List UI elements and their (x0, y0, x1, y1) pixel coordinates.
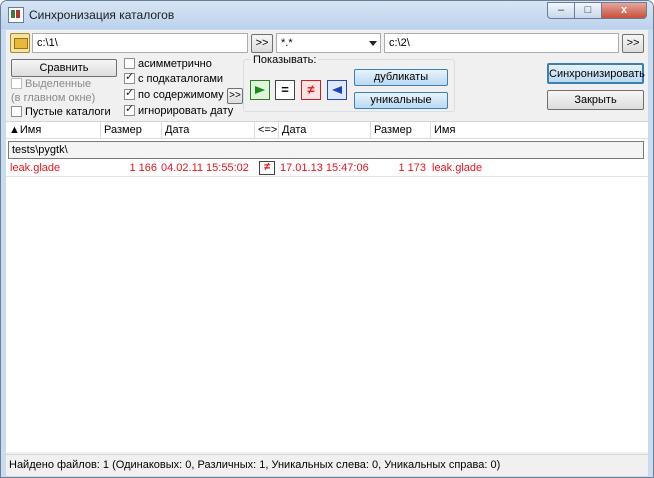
left-history-button[interactable]: >> (251, 34, 273, 53)
selected-checkbox-box (11, 78, 22, 89)
show-copy-right-button[interactable] (250, 80, 270, 100)
cell-date-right: 17.01.13 15:47:06 (280, 162, 369, 174)
file-mask-value: *.* (281, 37, 293, 49)
synchronize-button[interactable]: Синхронизировать (547, 63, 645, 84)
status-bar: Найдено файлов: 1 (Одинаковых: 0, Различ… (6, 454, 648, 474)
window-title: Синхронизация каталогов (29, 8, 175, 22)
show-equal-button[interactable]: = (275, 80, 295, 100)
subdirs-checkbox-box (124, 71, 135, 84)
sort-up-icon: ▲ (9, 124, 20, 136)
cell-date-left: 04.02.11 15:55:02 (161, 162, 249, 174)
col-header-size-left[interactable]: Размер (101, 122, 162, 139)
folder-icon (14, 38, 28, 49)
show-group-title: Показывать: (251, 54, 319, 66)
title-bar[interactable]: Синхронизация каталогов – □ x (1, 1, 653, 29)
unique-button[interactable]: уникальные (354, 92, 448, 109)
table-row[interactable]: leak.glade 1 166 04.02.11 15:55:02 ≠ 17.… (6, 160, 648, 177)
close-window-button[interactable]: x (601, 2, 647, 19)
sync-dirs-window: Синхронизация каталогов – □ x c:\1\ >> *… (0, 0, 654, 478)
col-header-name-right[interactable]: Имя (431, 122, 648, 139)
left-path-input[interactable]: c:\1\ (32, 33, 248, 53)
selected-checkbox[interactable]: Выделенные (11, 78, 91, 92)
compare-results-list[interactable]: ▲Имя Размер Дата <=> Дата Размер Имя tes… (6, 121, 648, 452)
asymmetric-checkbox-box (124, 58, 135, 69)
empty-dirs-checkbox[interactable]: Пустые каталоги (11, 106, 111, 120)
minimize-button[interactable]: – (547, 2, 575, 19)
folder-icon-button[interactable] (10, 33, 30, 53)
app-icon (8, 7, 24, 23)
cell-compare-diff-icon: ≠ (259, 161, 275, 175)
col-header-name-left-label: Имя (19, 124, 42, 136)
selected-label: Выделенные (25, 78, 92, 90)
cell-size-right: 1 173 (398, 162, 426, 174)
close-button[interactable]: Закрыть (547, 90, 644, 110)
col-header-compare[interactable]: <=> (255, 122, 279, 139)
right-path-input[interactable]: c:\2\ (384, 33, 619, 53)
cell-size-left: 1 166 (129, 162, 157, 174)
subdirs-checkbox[interactable]: с подкаталогами (124, 71, 224, 87)
arrow-right-icon (255, 86, 265, 94)
col-header-name-left[interactable]: ▲Имя (6, 122, 101, 139)
compare-button[interactable]: Сравнить (11, 59, 117, 77)
selected-hint: (в главном окне) (11, 92, 96, 104)
empty-dirs-checkbox-box (11, 106, 22, 117)
duplicates-button[interactable]: дубликаты (354, 69, 448, 86)
show-different-button[interactable]: ≠ (301, 80, 321, 100)
content-options-button[interactable]: >> (227, 88, 243, 104)
ignore-date-checkbox-box (124, 103, 135, 116)
ignore-date-checkbox[interactable]: игнорировать дату (124, 103, 234, 119)
asymmetric-label: асимметрично (138, 58, 212, 70)
by-content-checkbox[interactable]: по содержимому (124, 87, 224, 103)
col-header-date-left[interactable]: Дата (162, 122, 255, 139)
empty-dirs-label: Пустые каталоги (25, 106, 111, 118)
arrow-left-icon (332, 86, 342, 94)
ignore-date-label: игнорировать дату (138, 105, 234, 117)
chevron-down-icon (369, 41, 377, 46)
subdirs-label: с подкаталогами (138, 73, 224, 85)
dialog-body: c:\1\ >> *.* c:\2\ >> Сравнить Выделенны… (6, 30, 648, 476)
cell-name-right: leak.glade (432, 162, 483, 174)
show-copy-left-button[interactable] (327, 80, 347, 100)
cell-name-left: leak.glade (10, 162, 61, 174)
right-history-button[interactable]: >> (622, 34, 644, 53)
col-header-size-right[interactable]: Размер (371, 122, 431, 139)
by-content-checkbox-box (124, 87, 135, 100)
col-header-date-right[interactable]: Дата (279, 122, 371, 139)
file-mask-select[interactable]: *.* (276, 33, 381, 53)
maximize-button[interactable]: □ (574, 2, 602, 19)
folder-group-row[interactable]: tests\pygtk\ (8, 141, 644, 159)
asymmetric-checkbox[interactable]: асимметрично (124, 58, 212, 72)
by-content-label: по содержимому (138, 89, 224, 101)
